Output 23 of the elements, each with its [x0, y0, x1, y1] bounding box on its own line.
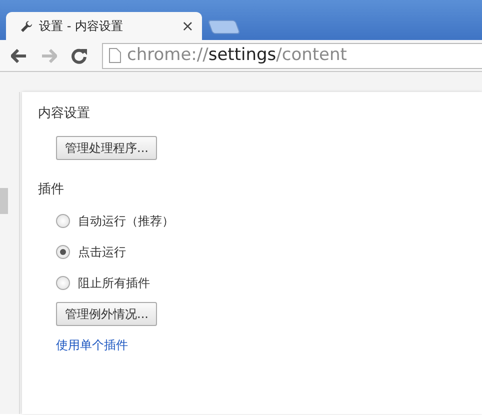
close-button[interactable]: × [181, 18, 194, 34]
radio-label: 阻止所有插件 [78, 274, 150, 292]
radio-button[interactable] [56, 214, 70, 228]
radio-button[interactable] [56, 276, 70, 290]
reload-icon [71, 48, 87, 64]
page-icon [109, 48, 121, 63]
forward-arrow-icon [41, 48, 57, 62]
radio-label: 自动运行（推荐） [78, 212, 174, 230]
address-bar[interactable]: chrome://settings/content [102, 42, 482, 68]
url-text: chrome://settings/content [127, 44, 347, 67]
radio-button[interactable] [56, 244, 70, 258]
plugins-link[interactable]: 使用单个插件 [56, 338, 128, 352]
manage-exceptions-button[interactable]: 管理例外情况... [56, 302, 158, 326]
section-heading: 插件 [38, 180, 65, 198]
browser-tab[interactable]: 设置 - 内容设置 × [6, 12, 202, 40]
radio-label: 点击运行 [78, 244, 126, 260]
tab-title: 设置 - 内容设置 [39, 18, 124, 35]
new-tab-button[interactable] [207, 20, 241, 34]
back-arrow-icon [11, 48, 27, 62]
manage-handlers-button[interactable]: 管理处理程序... [56, 136, 158, 160]
section-heading: 内容设置 [38, 105, 91, 123]
scrollbar-thumb[interactable] [0, 188, 8, 214]
wrench-icon [20, 20, 33, 32]
